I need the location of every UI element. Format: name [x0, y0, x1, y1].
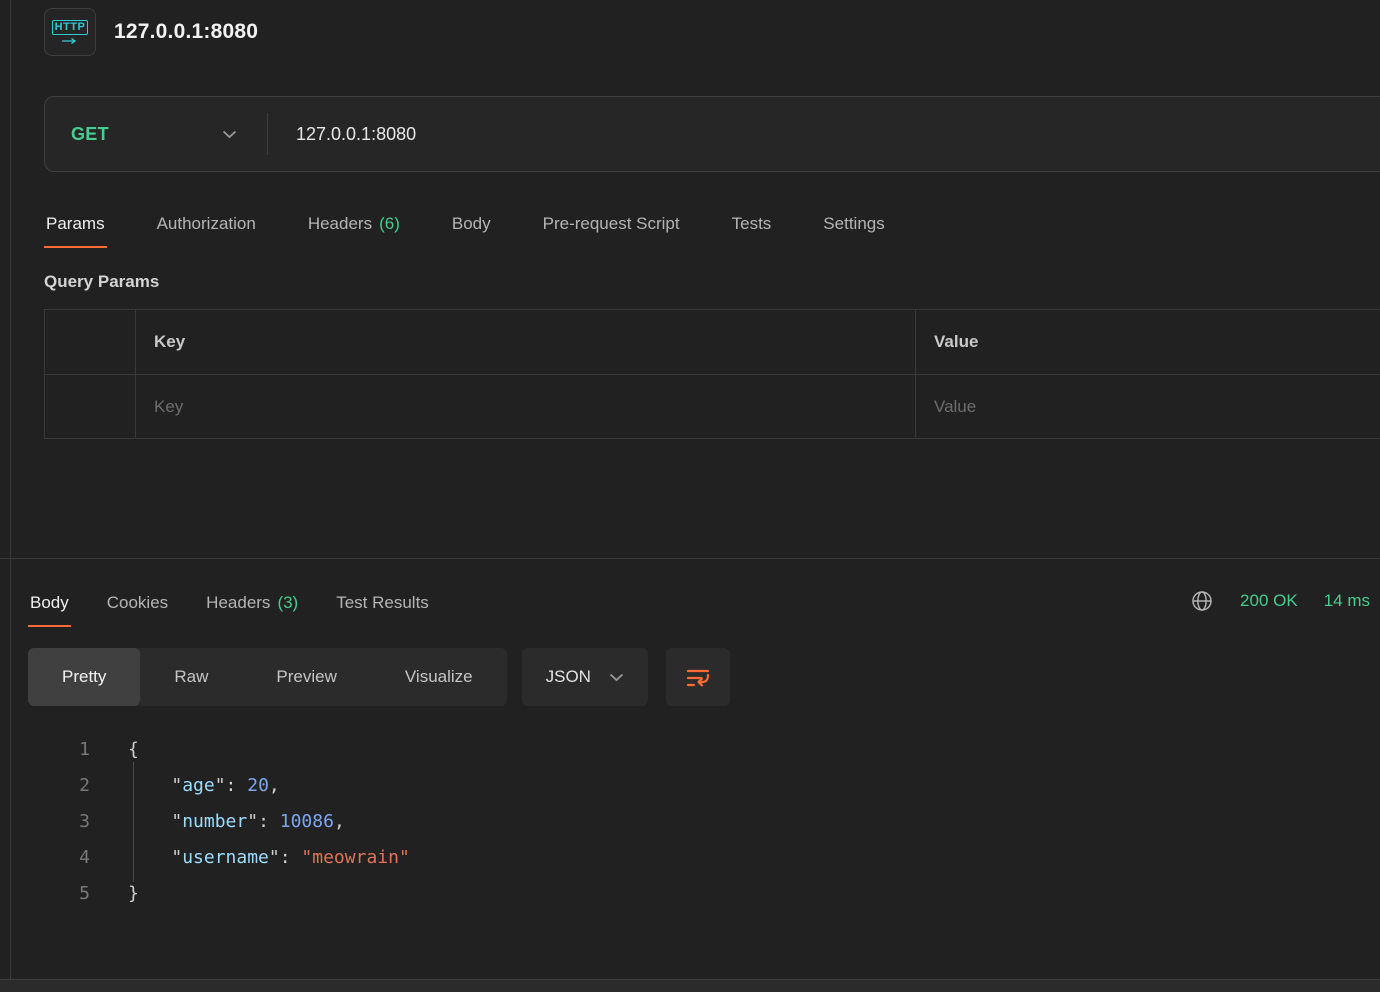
line-number: 5: [28, 876, 90, 912]
code-token: username: [182, 847, 269, 868]
code-token: ,: [334, 811, 345, 832]
view-mode-group: Pretty Raw Preview Visualize: [28, 648, 507, 706]
view-visualize-button[interactable]: Visualize: [371, 648, 507, 706]
response-tab-body[interactable]: Body: [28, 580, 71, 627]
url-input[interactable]: 127.0.0.1:8080: [296, 124, 416, 145]
line-number: 3: [28, 804, 90, 840]
format-selector[interactable]: JSON: [522, 648, 648, 706]
query-params-table: Key Value Key Value: [44, 309, 1380, 439]
tab-tests[interactable]: Tests: [730, 202, 774, 248]
format-label: JSON: [546, 667, 591, 687]
response-body-code[interactable]: 12345 { "age": 20, "number": 10086, "use…: [28, 732, 1380, 912]
response-toolbar: Pretty Raw Preview Visualize JSON: [28, 648, 1380, 706]
tab-count: (3): [277, 593, 298, 613]
code-line: }: [128, 876, 410, 912]
status-badge: 200 OK: [1240, 591, 1298, 611]
tab-label: Authorization: [157, 214, 256, 234]
tab-label: Settings: [823, 214, 884, 234]
tab-count: (6): [379, 214, 400, 234]
table-header-row: Key Value: [45, 310, 1380, 374]
table-row: Key Value: [45, 374, 1380, 438]
column-header-key: Key: [135, 310, 915, 374]
http-request-icon: HTTP: [44, 8, 96, 56]
code-token: ,: [269, 775, 280, 796]
code-token: ":: [215, 775, 248, 796]
status-bar: [0, 979, 1380, 992]
param-key-input[interactable]: Key: [135, 375, 915, 438]
code-gutter: 12345: [28, 732, 90, 912]
tab-authorization[interactable]: Authorization: [155, 202, 258, 248]
tab-label: Cookies: [107, 593, 168, 613]
url-bar: GET 127.0.0.1:8080: [44, 96, 1380, 172]
code-token: [128, 811, 171, 832]
code-token: ": [171, 775, 182, 796]
tab-label: Headers: [308, 214, 372, 234]
code-lines: { "age": 20, "number": 10086, "username"…: [90, 732, 410, 912]
param-value-input[interactable]: Value: [915, 375, 1380, 438]
http-icon-label: HTTP: [52, 20, 89, 35]
code-token: ": [171, 847, 182, 868]
code-line: "username": "meowrain": [128, 840, 410, 876]
left-panel-border: [10, 0, 11, 992]
page-title: 127.0.0.1:8080: [114, 20, 258, 44]
code-token: age: [182, 775, 215, 796]
code-token: ": [171, 811, 182, 832]
view-raw-button[interactable]: Raw: [140, 648, 242, 706]
view-pretty-button[interactable]: Pretty: [28, 648, 140, 706]
response-tabs: Body Cookies Headers (3) Test Results: [28, 580, 465, 627]
tab-label: Pre-request Script: [543, 214, 680, 234]
code-token: number: [182, 811, 247, 832]
code-line: "number": 10086,: [128, 804, 410, 840]
method-selector[interactable]: GET: [45, 97, 267, 171]
request-tabs: Params Authorization Headers (6) Body Pr…: [44, 202, 1380, 248]
response-tab-headers[interactable]: Headers (3): [204, 580, 300, 627]
code-token: {: [128, 739, 139, 760]
tab-body[interactable]: Body: [450, 202, 493, 248]
tab-label: Test Results: [336, 593, 429, 613]
code-token: "meowrain": [301, 847, 409, 868]
query-params-heading: Query Params: [44, 272, 1380, 292]
line-number: 1: [28, 732, 90, 768]
code-token: ":: [269, 847, 302, 868]
response-time: 14 ms: [1324, 591, 1370, 611]
response-tab-cookies[interactable]: Cookies: [105, 580, 170, 627]
wrap-lines-icon: [684, 664, 712, 690]
code-token: [128, 775, 171, 796]
chevron-down-icon: [609, 673, 624, 682]
tab-label: Tests: [732, 214, 772, 234]
tab-label: Body: [30, 593, 69, 613]
code-token: 10086: [280, 811, 334, 832]
chevron-down-icon: [222, 130, 237, 139]
method-label: GET: [71, 124, 109, 145]
response-tabs-row: Body Cookies Headers (3) Test Results 20…: [28, 580, 1370, 627]
line-number: 4: [28, 840, 90, 876]
code-token: ":: [247, 811, 280, 832]
request-header: HTTP 127.0.0.1:8080: [0, 0, 1380, 56]
tab-params[interactable]: Params: [44, 202, 107, 248]
tab-label: Body: [452, 214, 491, 234]
tab-headers[interactable]: Headers (6): [306, 202, 402, 248]
tab-settings[interactable]: Settings: [821, 202, 886, 248]
view-preview-button[interactable]: Preview: [242, 648, 370, 706]
http-icon-arrow: [61, 38, 79, 44]
tab-label: Headers: [206, 593, 270, 613]
row-select-cell: [45, 375, 135, 438]
response-tab-test-results[interactable]: Test Results: [334, 580, 431, 627]
column-header-value: Value: [915, 310, 1380, 374]
code-line: "age": 20,: [128, 768, 410, 804]
indent-guide: [133, 762, 134, 882]
globe-icon[interactable]: [1190, 589, 1214, 613]
tab-label: Params: [46, 214, 105, 234]
line-number: 2: [28, 768, 90, 804]
code-line: {: [128, 732, 410, 768]
wrap-lines-button[interactable]: [666, 648, 730, 706]
response-meta: 200 OK 14 ms: [1190, 580, 1370, 613]
code-token: [128, 847, 171, 868]
row-select-header-cell: [45, 310, 135, 374]
code-token: }: [128, 883, 139, 904]
tab-pre-request-script[interactable]: Pre-request Script: [541, 202, 682, 248]
code-token: 20: [247, 775, 269, 796]
response-section-divider: [0, 558, 1380, 559]
divider: [267, 113, 268, 155]
